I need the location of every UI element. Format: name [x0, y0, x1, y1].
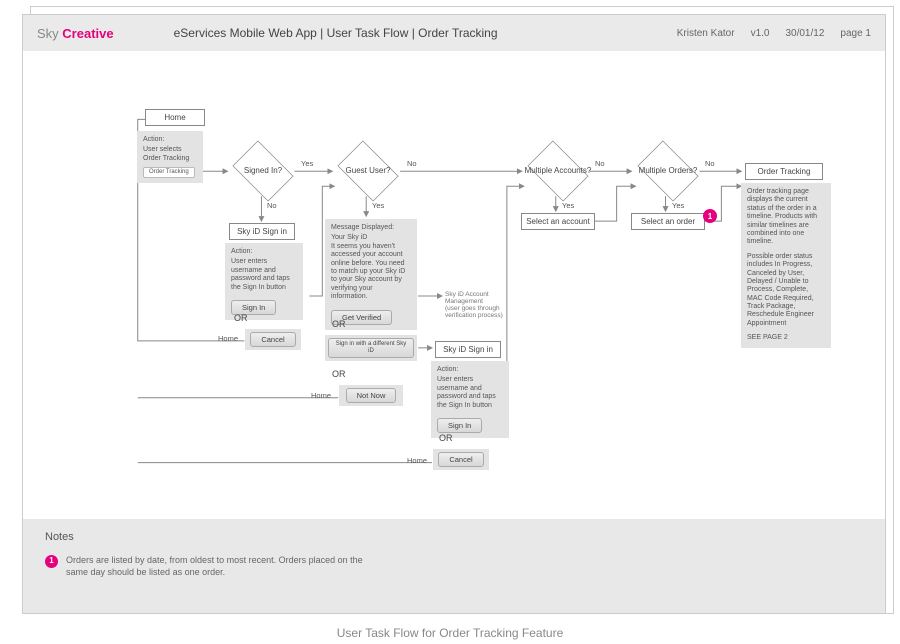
- notes-heading: Notes: [45, 531, 863, 543]
- date: 30/01/12: [785, 28, 824, 39]
- label-yes: Yes: [672, 201, 684, 210]
- button-sign-in-2: Sign In: [437, 418, 482, 433]
- screen-home: Home: [145, 109, 205, 126]
- label-no: No: [267, 201, 277, 210]
- note-badge-1: 1: [703, 209, 717, 223]
- page-header: Sky Creative eServices Mobile Web App | …: [23, 15, 885, 51]
- button-not-now: Not Now: [346, 388, 397, 403]
- decision-signed-in: Signed In?: [228, 146, 298, 196]
- screen-sky-id-signin-2: Sky iD Sign in: [435, 341, 501, 358]
- decision-multi-orders: Multiple Orders?: [633, 146, 703, 196]
- page-title: eServices Mobile Web App | User Task Flo…: [174, 26, 498, 40]
- screen-select-account: Select an account: [521, 213, 595, 230]
- home-action: Action: User selects Order Tracking Orde…: [137, 131, 203, 183]
- label-no: No: [407, 159, 417, 168]
- button-cancel: Cancel: [250, 332, 295, 347]
- screen-sky-id-signin: Sky iD Sign in: [229, 223, 295, 240]
- header-meta: Kristen Kator v1.0 30/01/12 page 1: [677, 28, 871, 39]
- label-or: OR: [234, 313, 248, 323]
- screen-order-tracking: Order Tracking: [745, 163, 823, 180]
- decision-multi-accounts: Multiple Accounts?: [523, 146, 593, 196]
- label-home: Home: [218, 334, 238, 343]
- author: Kristen Kator: [677, 28, 735, 39]
- version: v1.0: [751, 28, 770, 39]
- not-now-box: Not Now: [339, 385, 403, 406]
- label-home: Home: [311, 391, 331, 400]
- button-signin-different: Sign in with a different Sky iD: [328, 338, 414, 358]
- logo: Sky Creative: [37, 26, 114, 41]
- signin-action: Action: User enters username and passwor…: [225, 243, 303, 320]
- label-yes: Yes: [301, 159, 313, 168]
- signin-diff-box: Sign in with a different Sky iD: [325, 335, 417, 361]
- label-yes: Yes: [372, 201, 384, 210]
- document-page: Sky Creative eServices Mobile Web App | …: [22, 14, 886, 614]
- decision-guest-user: Guest User?: [333, 146, 403, 196]
- cancel2-box: Cancel: [433, 449, 489, 470]
- note-badge-icon: 1: [45, 555, 58, 568]
- flow-canvas: Home Action: User selects Order Tracking…: [23, 51, 885, 519]
- label-no: No: [595, 159, 605, 168]
- chip-order-tracking: Order Tracking: [143, 167, 195, 178]
- label-no: No: [705, 159, 715, 168]
- notes-section: Notes 1 Orders are listed by date, from …: [23, 519, 885, 614]
- cancel-box: Cancel: [245, 329, 301, 350]
- note-item-1: 1 Orders are listed by date, from oldest…: [45, 555, 385, 578]
- label-yes: Yes: [562, 201, 574, 210]
- label-or: OR: [439, 433, 453, 443]
- page-number: page 1: [840, 28, 871, 39]
- sky-id-mgmt-note: Sky iD Account Management (user goes thr…: [445, 291, 525, 320]
- order-tracking-desc: Order tracking page displays the current…: [741, 183, 831, 348]
- signin2-action: Action: User enters username and passwor…: [431, 361, 509, 438]
- caption: User Task Flow for Order Tracking Featur…: [0, 626, 900, 640]
- label-or: OR: [332, 319, 346, 329]
- button-cancel-2: Cancel: [438, 452, 483, 467]
- label-or: OR: [332, 369, 346, 379]
- screen-select-order: Select an order: [631, 213, 705, 230]
- label-home: Home: [407, 456, 427, 465]
- guest-message: Message Displayed: Your Sky iD It seems …: [325, 219, 417, 330]
